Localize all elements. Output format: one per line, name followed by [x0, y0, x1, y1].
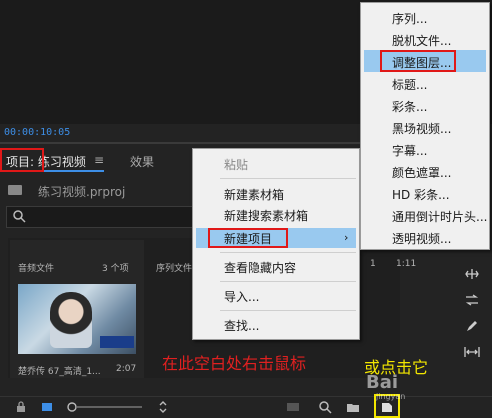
- submenu-item-captions[interactable]: 字幕...: [392, 142, 427, 159]
- submenu-item-bars-tone[interactable]: 彩条...: [392, 98, 427, 115]
- new-bin-icon[interactable]: [346, 400, 360, 414]
- clip-duration: 2:07: [116, 364, 137, 374]
- hamburger-icon[interactable]: ≡: [94, 153, 104, 167]
- list-view-icon[interactable]: [40, 400, 54, 414]
- audio-badge-icon: [100, 336, 134, 348]
- sequence-tail: 1: [370, 259, 376, 269]
- pen-icon[interactable]: [464, 320, 480, 332]
- lock-icon[interactable]: [14, 400, 28, 414]
- menu-item-new-search-bin[interactable]: 新建搜索素材箱: [224, 207, 308, 224]
- menu-item-view-hidden[interactable]: 查看隐藏内容: [224, 259, 296, 276]
- menu-separator: [220, 178, 356, 179]
- baidu-watermark: Bai: [366, 372, 399, 393]
- panel-divider: [0, 142, 360, 144]
- menu-item-find[interactable]: 查找...: [224, 317, 259, 334]
- submenu-item-hd-bars[interactable]: HD 彩条...: [392, 186, 450, 203]
- tab-effects[interactable]: 效果: [130, 153, 154, 170]
- zoom-slider[interactable]: [66, 400, 146, 414]
- timecode-display[interactable]: 00:00:10:05: [4, 127, 70, 138]
- submenu-item-sequence[interactable]: 序列...: [392, 10, 427, 27]
- clip-thumbnail-figure: [50, 292, 92, 348]
- bin-label: 音频文件: [18, 264, 55, 274]
- find-icon[interactable]: [318, 400, 332, 414]
- menu-item-paste[interactable]: 粘贴: [224, 156, 248, 173]
- submenu-item-countdown[interactable]: 通用倒计时片头...: [392, 208, 487, 225]
- project-file-name: 练习视频.prproj: [38, 185, 126, 199]
- clip-name: 楚乔传 67_高清_1...: [18, 367, 101, 377]
- submenu-item-transparent-video[interactable]: 透明视频...: [392, 230, 451, 247]
- sort-icon[interactable]: [156, 400, 170, 414]
- slip-icon[interactable]: [464, 294, 480, 306]
- submenu-item-color-matte[interactable]: 颜色遮罩...: [392, 164, 451, 181]
- automate-icon[interactable]: [286, 400, 300, 414]
- search-icon: [13, 210, 26, 223]
- menu-item-import[interactable]: 导入...: [224, 288, 259, 305]
- sequence-duration: 1:11: [396, 259, 417, 269]
- menu-separator: [220, 252, 356, 253]
- ripple-edit-icon[interactable]: [464, 268, 480, 280]
- menu-separator: [220, 310, 356, 311]
- submenu-arrow-icon: ›: [344, 231, 349, 244]
- submenu-item-title[interactable]: 标题...: [392, 76, 427, 93]
- annotation-right-click: 在此空白处右击鼠标: [162, 354, 307, 373]
- bin-count: 3 个项: [102, 264, 129, 274]
- submenu-item-black-video[interactable]: 黑场视频...: [392, 120, 451, 137]
- submenu-item-offline-file[interactable]: 脱机文件...: [392, 32, 451, 49]
- menu-item-new-bin[interactable]: 新建素材箱: [224, 186, 284, 203]
- watermark-sub: jingyan: [376, 392, 406, 401]
- project-file-icon: [8, 185, 22, 195]
- menu-separator: [220, 281, 356, 282]
- sequence-label: 序列文件: [156, 264, 193, 274]
- annotation-box-project-tab: [0, 148, 44, 172]
- zoom-width-icon[interactable]: [464, 346, 480, 358]
- annotation-box-new-item-menu: [208, 228, 288, 248]
- search-input[interactable]: [6, 206, 202, 228]
- annotation-box-adjustment-layer: [380, 50, 456, 72]
